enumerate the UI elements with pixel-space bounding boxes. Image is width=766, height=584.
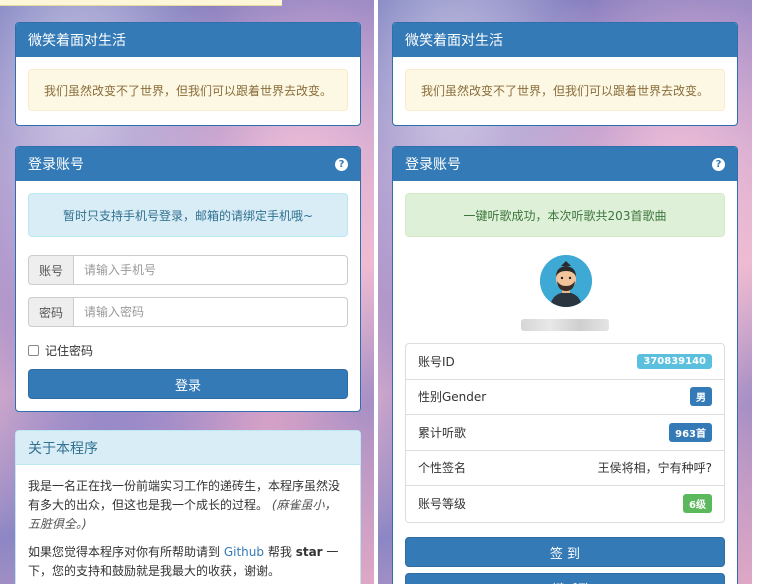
list-item-listen-count: 累计听歌 963首 <box>406 415 724 451</box>
github-link[interactable]: Github <box>224 545 264 559</box>
blurred-username <box>521 319 609 331</box>
listen-button[interactable]: 一键听歌 <box>405 573 725 584</box>
user-avatar-icon <box>540 255 592 307</box>
panel-title: 登录账号 <box>28 157 84 173</box>
about-title: 关于本程序 <box>28 440 98 457</box>
login-button[interactable]: 登录 <box>28 369 348 399</box>
login-panel: 登录账号 ? 暂时只支持手机号登录，邮箱的请绑定手机哦~ 账号 密码 记住密码 … <box>15 146 361 412</box>
row-label: 账号等级 <box>418 497 467 512</box>
account-input-group: 账号 <box>28 255 348 285</box>
about-para2-text-b: 帮我 <box>267 545 292 559</box>
row-label: 性别Gender <box>418 390 487 405</box>
top-notice-strip <box>0 0 282 6</box>
account-panel: 登录账号 ? 一键听歌成功，本次听歌共203首歌曲 账号ID 370839140… <box>392 146 738 584</box>
about-paragraph-1: 我是一名正在找一份前端实习工作的递砖生，本程序虽然没有多大的出众，但这也是我一个… <box>16 477 360 534</box>
list-item-gender: 性别Gender 男 <box>406 380 724 415</box>
about-heading: 关于本程序 <box>16 431 360 465</box>
gender-badge: 男 <box>690 387 712 407</box>
panel-heading: 微笑着面对生活 <box>393 23 737 57</box>
motto-panel-right: 微笑着面对生活 我们虽然改变不了世界，但我们可以跟着世界去改变。 <box>392 22 738 126</box>
row-label: 累计听歌 <box>418 425 467 440</box>
account-info-list: 账号ID 370839140 性别Gender 男 累计听歌 963首 个性签名… <box>405 343 725 523</box>
row-label: 个性签名 <box>418 461 467 476</box>
listen-count-badge: 963首 <box>669 422 712 442</box>
success-message: 一键听歌成功，本次听歌共203首歌曲 <box>405 193 725 237</box>
list-item-signature: 个性签名 王侯将相，宁有种呼? <box>406 451 724 486</box>
remember-checkbox[interactable] <box>28 345 39 356</box>
password-input[interactable] <box>74 297 348 327</box>
motto-quote-text: 我们虽然改变不了世界，但我们可以跟着世界去改变。 <box>43 83 332 98</box>
success-message-text: 一键听歌成功，本次听歌共203首歌曲 <box>463 208 667 223</box>
list-item-level: 账号等级 6级 <box>406 486 724 522</box>
panel-title: 微笑着面对生活 <box>405 33 503 49</box>
login-notice-text: 暂时只支持手机号登录，邮箱的请绑定手机哦~ <box>62 208 314 223</box>
panel-heading: 微笑着面对生活 <box>16 23 360 57</box>
star-keyword: star <box>295 545 323 559</box>
level-badge: 6级 <box>683 494 712 514</box>
panel-title: 微笑着面对生活 <box>28 33 126 49</box>
about-panel: 关于本程序 我是一名正在找一份前端实习工作的递砖生，本程序虽然没有多大的出众，但… <box>15 430 361 584</box>
account-id-badge: 370839140 <box>637 353 712 369</box>
account-label: 账号 <box>28 255 74 285</box>
password-label: 密码 <box>28 297 74 327</box>
motto-quote: 我们虽然改变不了世界，但我们可以跟着世界去改变。 <box>405 69 725 111</box>
panel-heading: 登录账号 ? <box>16 147 360 181</box>
motto-quote-text: 我们虽然改变不了世界，但我们可以跟着世界去改变。 <box>420 83 709 98</box>
about-para2-text-a: 如果您觉得本程序对你有所帮助请到 <box>28 545 221 559</box>
question-circle-icon[interactable]: ? <box>712 157 725 171</box>
remember-label: 记住密码 <box>45 344 94 358</box>
remember-password[interactable]: 记住密码 <box>28 342 93 359</box>
row-label: 账号ID <box>418 354 455 369</box>
about-paragraph-2: 如果您觉得本程序对你有所帮助请到 Github 帮我 star 一下，您的支持和… <box>16 543 360 581</box>
motto-panel-left: 微笑着面对生活 我们虽然改变不了世界，但我们可以跟着世界去改变。 <box>15 22 361 126</box>
password-input-group: 密码 <box>28 297 348 327</box>
avatar <box>540 255 592 307</box>
question-circle-icon[interactable]: ? <box>335 157 348 171</box>
panel-heading: 登录账号 ? <box>393 147 737 181</box>
login-notice: 暂时只支持手机号登录，邮箱的请绑定手机哦~ <box>28 193 348 237</box>
signin-button[interactable]: 签 到 <box>405 537 725 567</box>
list-item-account-id: 账号ID 370839140 <box>406 344 724 380</box>
signature-text: 王侯将相，宁有种呼? <box>597 461 712 476</box>
panel-title: 登录账号 <box>405 157 461 173</box>
screenshot-divider <box>374 0 378 584</box>
account-input[interactable] <box>74 255 348 285</box>
motto-quote: 我们虽然改变不了世界，但我们可以跟着世界去改变。 <box>28 69 348 111</box>
